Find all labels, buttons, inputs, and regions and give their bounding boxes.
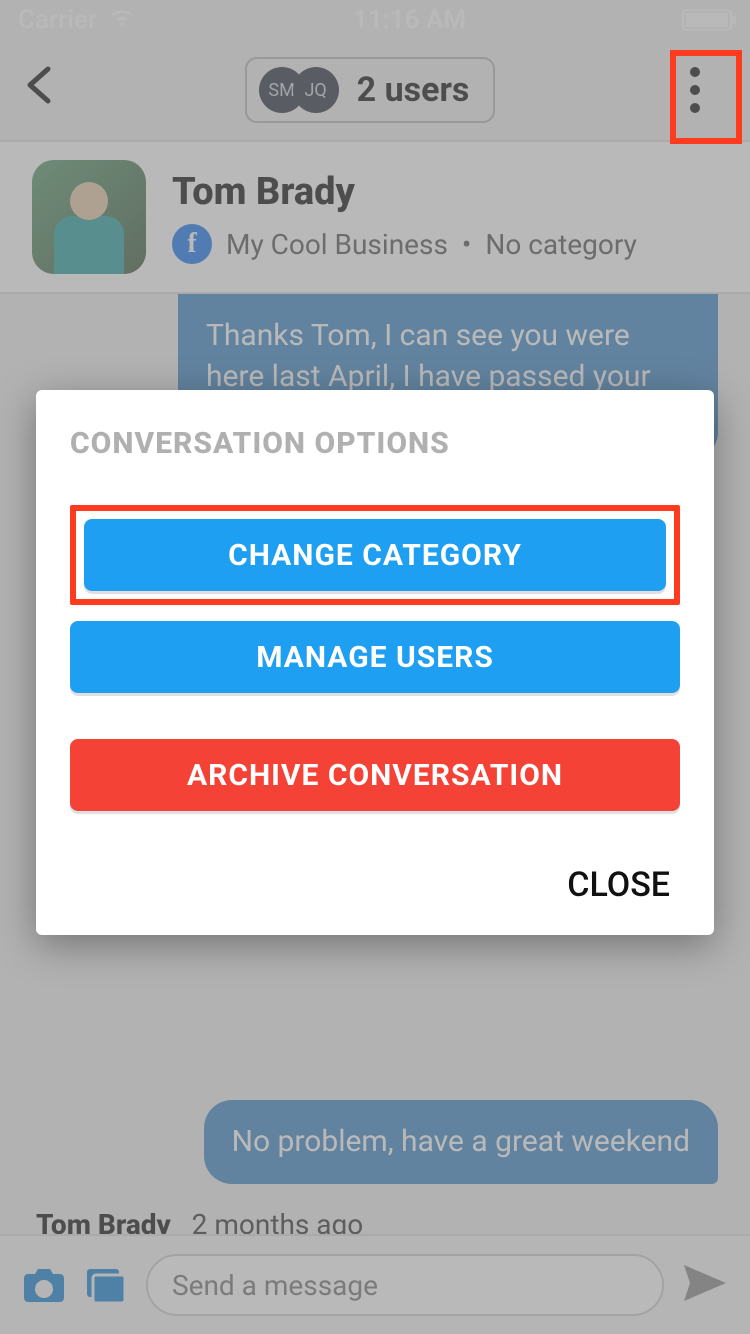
- gallery-icon[interactable]: [84, 1266, 128, 1304]
- contact-header[interactable]: Tom Brady f My Cool Business • No catego…: [0, 140, 750, 294]
- conversation-options-modal: CONVERSATION OPTIONS CHANGE CATEGORY MAN…: [36, 390, 714, 935]
- business-label: My Cool Business: [226, 228, 448, 261]
- chat-header: SM JQ 2 users: [0, 40, 750, 140]
- message-input[interactable]: [146, 1254, 664, 1316]
- annotation-highlight-more: [670, 50, 742, 144]
- modal-title: CONVERSATION OPTIONS: [70, 426, 680, 461]
- send-button[interactable]: [682, 1263, 728, 1307]
- battery-icon: [682, 9, 732, 31]
- contact-avatar: [32, 160, 146, 274]
- clock: 11:16 AM: [353, 5, 466, 35]
- contact-name: Tom Brady: [172, 170, 637, 214]
- archive-conversation-button[interactable]: ARCHIVE CONVERSATION: [70, 739, 680, 811]
- category-label: No category: [485, 228, 636, 261]
- avatar-jq: JQ: [293, 67, 339, 113]
- wifi-icon: [107, 5, 137, 35]
- manage-users-button[interactable]: MANAGE USERS: [70, 621, 680, 693]
- change-category-button[interactable]: CHANGE CATEGORY: [84, 519, 666, 591]
- close-button[interactable]: CLOSE: [70, 865, 680, 905]
- users-count-label: 2 users: [357, 70, 470, 110]
- annotation-highlight-change-category: CHANGE CATEGORY: [70, 505, 680, 605]
- composer: [0, 1234, 750, 1334]
- carrier-label: Carrier: [18, 5, 97, 35]
- message-outgoing: No problem, have a great weekend: [204, 1100, 718, 1185]
- facebook-icon: f: [172, 224, 212, 264]
- users-pill[interactable]: SM JQ 2 users: [245, 57, 496, 123]
- back-button[interactable]: [20, 62, 80, 119]
- status-bar: Carrier 11:16 AM: [0, 0, 750, 40]
- separator-dot: •: [462, 228, 471, 261]
- camera-icon[interactable]: [22, 1266, 66, 1304]
- user-avatars: SM JQ: [259, 67, 339, 113]
